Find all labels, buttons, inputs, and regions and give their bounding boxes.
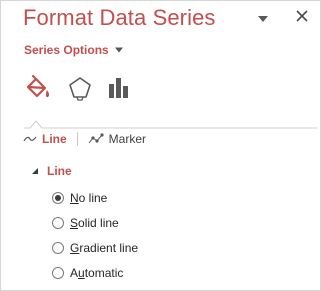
line-type-radio-group: No line Solid line Gradient line Automat…: [52, 191, 138, 291]
tab-separator: [24, 117, 317, 129]
radio-solid-line[interactable]: Solid line: [52, 216, 138, 230]
marker-subtab[interactable]: Marker: [88, 132, 146, 146]
radio-gradient-line[interactable]: Gradient line: [52, 241, 138, 255]
line-section-header[interactable]: Line: [31, 164, 72, 178]
close-icon: [295, 9, 309, 23]
caret-down-icon: [114, 46, 124, 54]
line-subtab-label: Line: [42, 132, 67, 146]
subtab-divider: [76, 132, 78, 146]
pane-options-button[interactable]: [256, 13, 270, 25]
close-pane-button[interactable]: [295, 9, 309, 23]
radio-button[interactable]: [52, 217, 64, 229]
series-options-label: Series Options: [24, 43, 109, 57]
pentagon-icon: [65, 73, 95, 103]
chevron-down-icon: [256, 13, 270, 25]
radio-no-line[interactable]: No line: [52, 191, 138, 205]
triangle-expanded-icon: [31, 167, 39, 175]
fill-line-tab[interactable]: [23, 73, 53, 103]
bar-chart-icon: [103, 73, 133, 103]
radio-label: Automatic: [70, 266, 124, 280]
line-subtab[interactable]: Line: [23, 132, 67, 146]
radio-label: Solid line: [70, 216, 119, 230]
line-icon: [23, 134, 37, 144]
radio-label: Gradient line: [70, 241, 139, 255]
radio-button[interactable]: [52, 267, 64, 279]
series-options-tab[interactable]: [103, 73, 133, 103]
marker-subtab-label: Marker: [108, 132, 147, 146]
series-options-dropdown[interactable]: Series Options: [24, 43, 124, 57]
pane-title: Format Data Series: [23, 5, 216, 30]
line-marker-subtabs: Line Marker: [23, 131, 146, 147]
radio-label: No line: [70, 191, 108, 205]
radio-automatic[interactable]: Automatic: [52, 266, 138, 280]
format-data-series-pane: Format Data Series Series Options Line M…: [0, 0, 321, 291]
effects-tab[interactable]: [65, 73, 95, 103]
marker-line-icon: [88, 133, 104, 145]
paint-bucket-icon: [23, 73, 53, 103]
line-section-label: Line: [47, 164, 72, 178]
radio-button[interactable]: [52, 242, 64, 254]
radio-button-checked[interactable]: [52, 192, 64, 204]
